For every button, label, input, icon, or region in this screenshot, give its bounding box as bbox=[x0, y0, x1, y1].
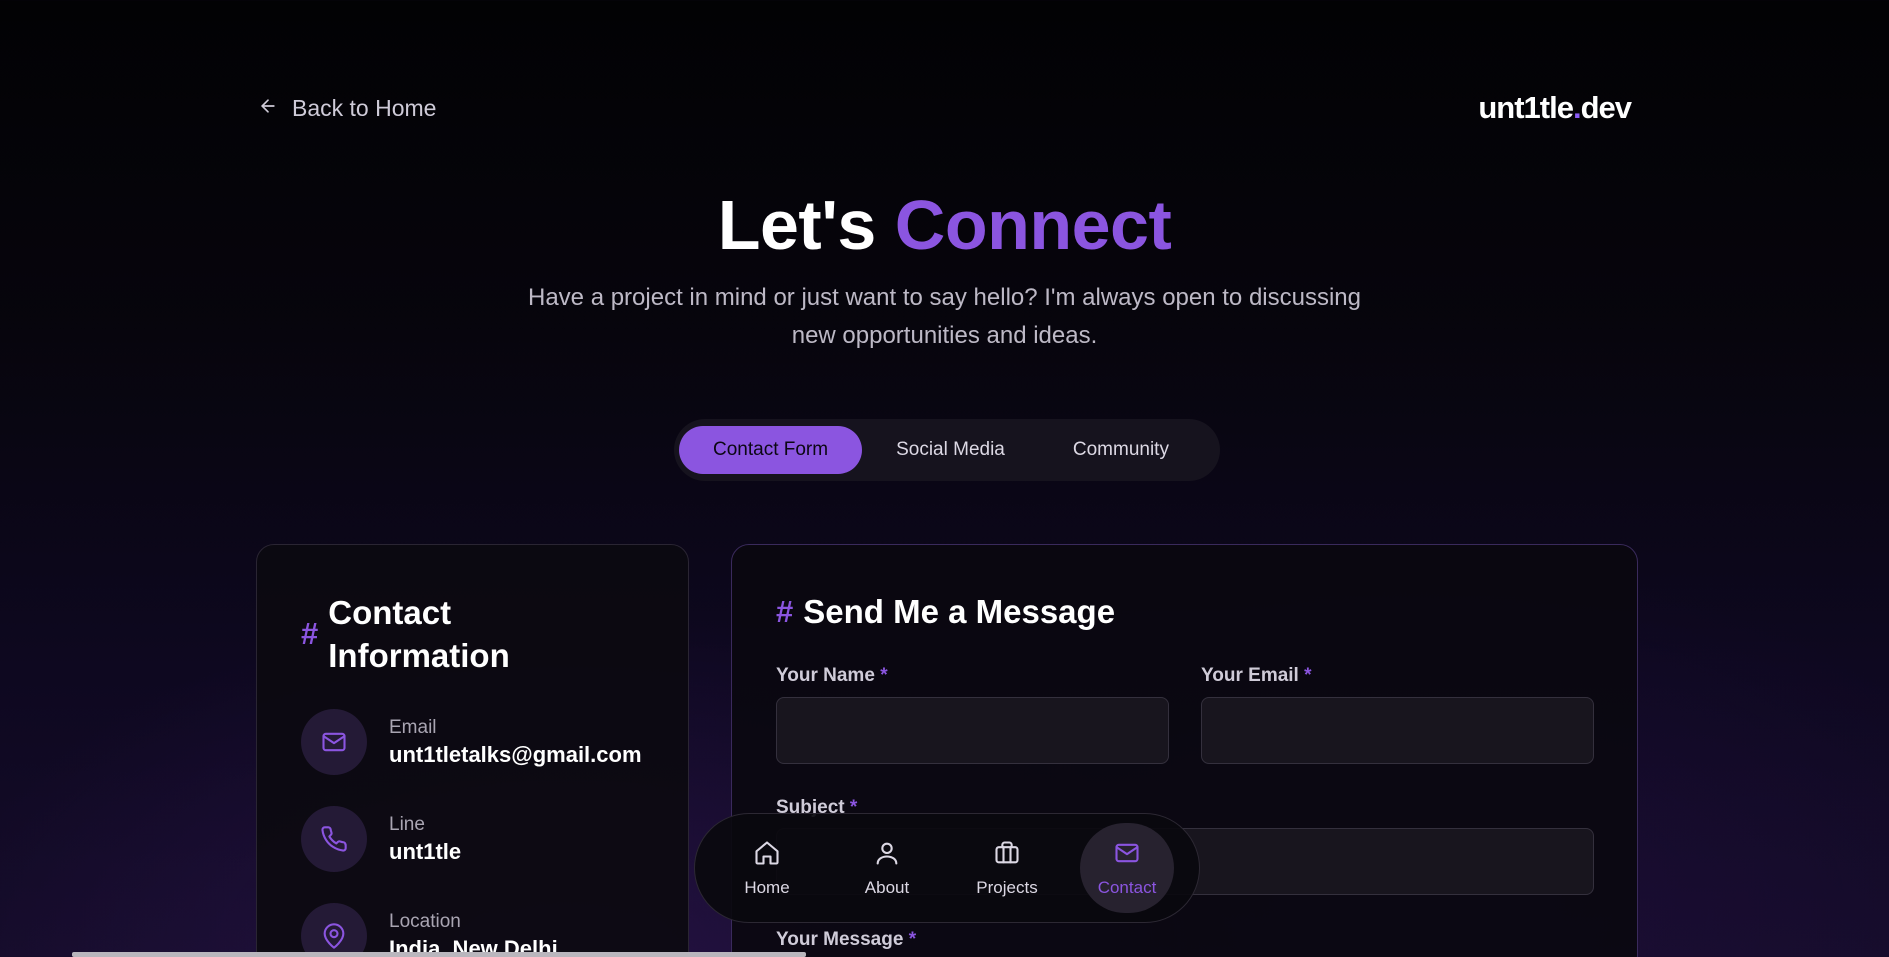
mail-icon bbox=[1113, 839, 1141, 872]
horizontal-scrollbar[interactable] bbox=[72, 952, 806, 957]
required-mark: * bbox=[908, 929, 917, 950]
contact-item-location[interactable]: Location India, New Delhi bbox=[301, 903, 558, 957]
page-subtitle-line-1: Have a project in mind or just want to s… bbox=[528, 284, 1361, 311]
email-label: Your Email * bbox=[1201, 665, 1312, 687]
brand-logo[interactable]: unt1tle.dev bbox=[1478, 90, 1632, 126]
briefcase-icon bbox=[993, 839, 1021, 872]
tab-community[interactable]: Community bbox=[1039, 426, 1203, 474]
home-icon bbox=[753, 839, 781, 872]
name-field[interactable] bbox=[776, 697, 1169, 764]
brand-main: unt1tle bbox=[1478, 90, 1574, 125]
contact-item-label: Line bbox=[389, 813, 425, 835]
back-to-home-label: Back to Home bbox=[292, 94, 437, 121]
name-label-text: Your Name bbox=[776, 665, 875, 686]
brand-dot: . bbox=[1572, 90, 1582, 125]
mail-icon bbox=[301, 709, 367, 775]
contact-information-heading: # Contact Information bbox=[301, 591, 641, 677]
dock-item-about[interactable]: About bbox=[840, 823, 934, 913]
page-title-plain: Let's bbox=[717, 186, 877, 264]
dock-item-label: Home bbox=[744, 877, 790, 897]
contact-item-value: unt1tle bbox=[389, 838, 462, 864]
contact-item-value: unt1tletalks@gmail.com bbox=[389, 741, 642, 767]
arrow-left-icon bbox=[258, 95, 278, 122]
hash-icon: # bbox=[301, 616, 319, 651]
top-bar: Back to Home unt1tle.dev bbox=[258, 88, 1632, 128]
page-title-accent: Connect bbox=[894, 186, 1172, 264]
contact-item-email[interactable]: Email unt1tletalks@gmail.com bbox=[301, 709, 642, 775]
contact-information-card: # Contact Information Email unt1tletalks… bbox=[256, 544, 689, 957]
contact-item-line[interactable]: Line unt1tle bbox=[301, 806, 461, 872]
contact-item-label: Email bbox=[389, 716, 437, 738]
map-pin-icon bbox=[301, 903, 367, 957]
dock-item-home[interactable]: Home bbox=[720, 823, 814, 913]
contact-item-label: Location bbox=[389, 910, 461, 932]
hash-icon: # bbox=[776, 594, 794, 629]
message-form-heading: # Send Me a Message bbox=[776, 590, 1115, 633]
required-mark: * bbox=[880, 665, 888, 686]
page-title: Let's Connect bbox=[0, 185, 1889, 265]
dock-item-label: Projects bbox=[976, 877, 1038, 897]
brand-tld: dev bbox=[1580, 90, 1632, 125]
email-label-text: Your Email bbox=[1201, 665, 1299, 686]
dock-item-label: Contact bbox=[1097, 877, 1157, 897]
dock-item-label: About bbox=[864, 877, 910, 897]
back-to-home-link[interactable]: Back to Home bbox=[258, 95, 436, 122]
dock-item-projects[interactable]: Projects bbox=[960, 823, 1054, 913]
user-icon bbox=[873, 839, 901, 872]
email-field[interactable] bbox=[1201, 697, 1594, 764]
dock-item-contact[interactable]: Contact bbox=[1080, 823, 1174, 913]
required-mark: * bbox=[1304, 665, 1312, 686]
name-label: Your Name * bbox=[776, 665, 888, 687]
message-form-title: Send Me a Message bbox=[803, 593, 1116, 630]
tab-social-media[interactable]: Social Media bbox=[862, 426, 1039, 474]
contact-information-title: Contact Information bbox=[328, 594, 510, 674]
page-subtitle-line-2: new opportunities and ideas. bbox=[791, 322, 1098, 349]
contact-tabs: Contact Form Social Media Community bbox=[674, 419, 1220, 481]
tab-contact-form[interactable]: Contact Form bbox=[679, 426, 863, 474]
page-subtitle: Have a project in mind or just want to s… bbox=[470, 279, 1419, 355]
bottom-dock-nav: Home About Projects Contact bbox=[694, 813, 1200, 923]
phone-icon bbox=[301, 806, 367, 872]
message-label: Your Message * bbox=[776, 929, 916, 951]
message-label-text: Your Message bbox=[776, 929, 904, 950]
